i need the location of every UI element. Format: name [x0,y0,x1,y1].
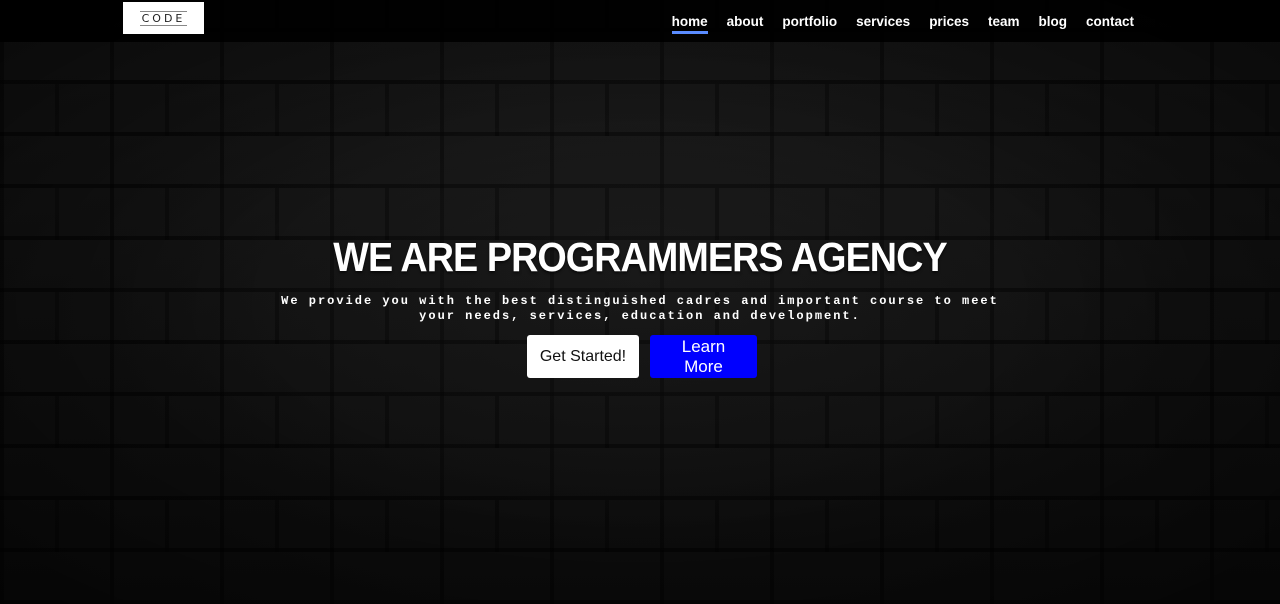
nav-item-about[interactable]: about [727,0,764,42]
nav-item-prices[interactable]: prices [929,0,969,42]
nav-item-team[interactable]: team [988,0,1020,42]
navbar: CODE home about portfolio services price… [0,0,1280,42]
nav-item-blog[interactable]: blog [1038,0,1067,42]
hero-title: WE ARE PROGRAMMERS AGENCY [333,234,947,280]
nav-item-services[interactable]: services [856,0,910,42]
get-started-button[interactable]: Get Started! [527,335,639,378]
logo-text: CODE [139,10,188,26]
page: CODE home about portfolio services price… [0,0,1280,604]
hero-section: WE ARE PROGRAMMERS AGENCY We provide you… [0,230,1280,378]
main-nav: home about portfolio services prices tea… [671,0,1134,42]
hero-buttons: Get Started! Learn More [0,335,1280,378]
hero-subtitle: We provide you with the best distinguish… [281,294,999,323]
nav-item-contact[interactable]: contact [1086,0,1134,42]
learn-more-button[interactable]: Learn More [650,335,757,378]
nav-item-portfolio[interactable]: portfolio [782,0,837,42]
logo[interactable]: CODE [123,2,204,34]
nav-item-home[interactable]: home [671,0,708,42]
